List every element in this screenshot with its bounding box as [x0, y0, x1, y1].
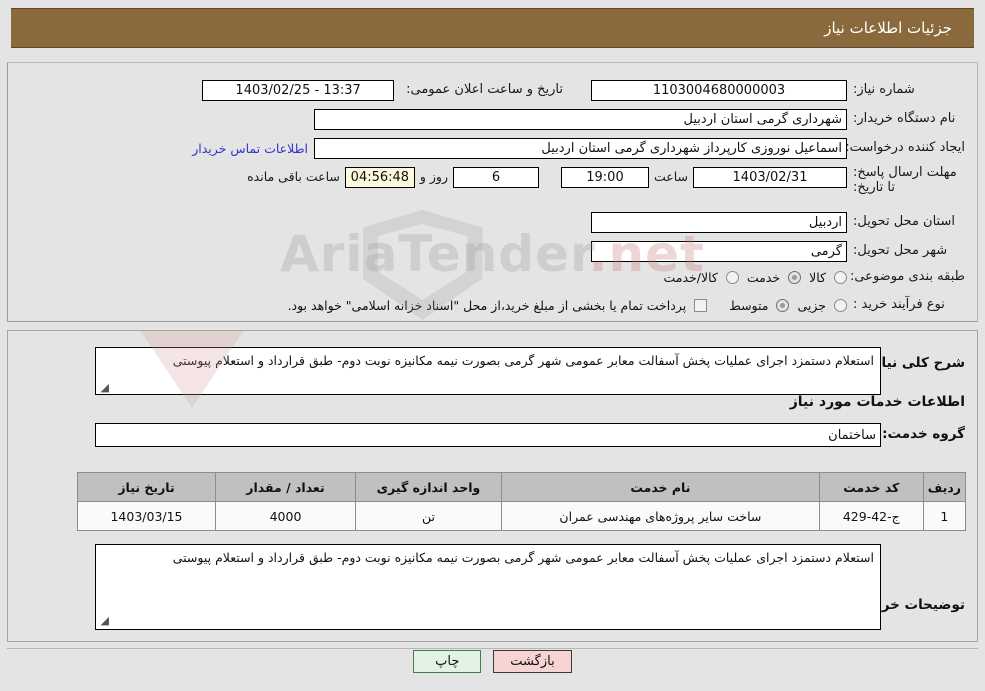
days-remaining-field[interactable]: 6: [452, 167, 539, 188]
summary-label: شرح کلی نیاز:: [868, 355, 965, 371]
back-button[interactable]: بازگشت: [493, 650, 572, 673]
process-option-motavasset[interactable]: متوسط: [721, 297, 790, 313]
creator-field[interactable]: اسماعیل نوروزی کارپرداز شهرداری گرمی است…: [314, 137, 847, 159]
need-number-field[interactable]: 1103004680000003: [591, 79, 847, 101]
radio-selected-icon[interactable]: [788, 270, 802, 284]
cell-unit: تن: [355, 501, 502, 531]
deadline-time-field[interactable]: 19:00: [560, 167, 649, 188]
header-bar: جزئیات اطلاعات نیاز: [11, 8, 974, 48]
need-details-panel: شرح کلی نیاز: استعلام دستمزد اجرای عملیا…: [7, 330, 978, 642]
buyer-contact-link[interactable]: اطلاعات تماس خریدار: [186, 141, 314, 156]
th-unit: واحد اندازه گیری: [355, 472, 502, 502]
city-field[interactable]: گرمی: [591, 240, 847, 262]
buyer-org-row: نام دستگاه خریدار: شهرداری گرمی استان ار…: [314, 108, 965, 130]
cell-index: 1: [922, 501, 967, 531]
th-quantity: تعداد / مقدار: [215, 472, 356, 502]
page-title: جزئیات اطلاعات نیاز: [824, 19, 952, 37]
radio-icon[interactable]: [725, 270, 739, 284]
th-name: نام خدمت: [501, 472, 820, 502]
deadline-label: مهلت ارسال پاسخ: تا تاریخ:: [853, 165, 957, 195]
cell-code: ج-42-429: [818, 501, 924, 531]
category-option-kala-khedmat[interactable]: کالا/خدمت: [655, 269, 739, 285]
province-row: استان محل تحویل: اردبیل: [591, 211, 965, 233]
process-option-label: جزیی: [797, 297, 826, 313]
cell-quantity: 4000: [215, 501, 356, 531]
province-label: استان محل تحویل:: [853, 214, 955, 230]
cell-date: 1403/03/15: [77, 501, 216, 531]
countdown-field: 04:56:48: [344, 167, 415, 188]
creator-label: ایجاد کننده درخواست:: [845, 140, 965, 156]
city-row: شهر محل تحویل: گرمی: [591, 240, 965, 262]
announce-datetime-field[interactable]: 13:37 - 1403/02/25: [202, 79, 395, 101]
table-row[interactable]: 1 ج-42-429 ساخت سایر پروژه‌های مهندسی عم…: [77, 501, 967, 531]
service-group-label: گروه خدمت:: [882, 426, 965, 442]
city-label: شهر محل تحویل:: [853, 243, 948, 259]
deadline-row: مهلت ارسال پاسخ: تا تاریخ: 1403/02/31 سا…: [242, 165, 965, 200]
radio-icon[interactable]: [834, 298, 847, 312]
page-root: جزئیات اطلاعات نیاز شماره نیاز: 11030046…: [0, 0, 985, 691]
need-number-label: شماره نیاز:: [853, 82, 915, 98]
th-code: کد خدمت: [818, 472, 924, 502]
creator-row: ایجاد کننده درخواست: اسماعیل نوروزی کارپ…: [186, 137, 965, 159]
days-word-label: روز و: [419, 169, 448, 184]
services-table-body: 1 ج-42-429 ساخت سایر پروژه‌های مهندسی عم…: [77, 501, 967, 531]
radio-icon[interactable]: [834, 270, 847, 284]
buyer-org-field[interactable]: شهرداری گرمی استان اردبیل: [314, 108, 847, 130]
province-field[interactable]: اردبیل: [591, 211, 847, 233]
process-option-label: متوسط: [729, 297, 769, 313]
summary-resize-handle[interactable]: ◢: [101, 381, 109, 394]
buyer-notes-resize-handle[interactable]: ◢: [101, 614, 109, 627]
th-index: ردیف: [922, 472, 967, 502]
treasury-note-label: پرداخت تمام یا بخشی از مبلغ خرید،از محل …: [287, 297, 687, 313]
category-option-label: کالا/خدمت: [663, 269, 718, 285]
category-option-khedmat[interactable]: خدمت: [739, 269, 802, 285]
category-option-label: خدمت: [746, 269, 781, 285]
deadline-date-field[interactable]: 1403/02/31: [693, 167, 847, 188]
category-option-label: کالا: [809, 269, 826, 285]
purchase-process-label: نوع فرآیند خرید :: [853, 297, 945, 313]
buyer-notes-textarea[interactable]: استعلام دستمزد اجرای عملیات پخش آسفالت م…: [95, 544, 881, 630]
th-date: تاریخ نیاز: [77, 472, 216, 502]
announce-label: تاریخ و ساعت اعلان عمومی:: [406, 82, 563, 98]
footer-button-bar: بازگشت چاپ: [0, 650, 985, 673]
announce-row: تاریخ و ساعت اعلان عمومی: 13:37 - 1403/0…: [202, 79, 563, 101]
services-table-head: ردیف کد خدمت نام خدمت واحد اندازه گیری ت…: [77, 472, 967, 502]
process-option-jozii[interactable]: جزیی: [789, 298, 847, 313]
need-number-row: شماره نیاز: 1103004680000003: [591, 79, 965, 101]
category-row: طبقه بندی موضوعی: کالا خدمت کالا/خدمت: [655, 266, 965, 288]
services-heading: اطلاعات خدمات مورد نیاز: [789, 394, 965, 410]
purchase-process-row: نوع فرآیند خرید : جزیی متوسط پرداخت تمام…: [288, 294, 965, 316]
category-option-kala[interactable]: کالا: [801, 270, 847, 285]
treasury-checkbox[interactable]: [694, 298, 708, 312]
buyer-org-label: نام دستگاه خریدار:: [853, 111, 956, 127]
table-header-row: ردیف کد خدمت نام خدمت واحد اندازه گیری ت…: [77, 472, 967, 502]
services-table: ردیف کد خدمت نام خدمت واحد اندازه گیری ت…: [77, 472, 967, 531]
footer-divider: [7, 648, 978, 649]
radio-selected-icon[interactable]: [776, 298, 790, 312]
service-group-field[interactable]: ساختمان: [95, 423, 881, 447]
category-label: طبقه بندی موضوعی:: [849, 269, 965, 285]
remaining-hours-label: ساعت باقی مانده: [247, 169, 340, 184]
summary-textarea[interactable]: استعلام دستمزد اجرای عملیات پخش آسفالت م…: [95, 347, 881, 395]
need-info-panel: شماره نیاز: 1103004680000003 تاریخ و ساع…: [7, 62, 978, 322]
cell-name: ساخت سایر پروژه‌های مهندسی عمران: [501, 501, 820, 531]
hour-label: ساعت: [653, 169, 688, 184]
print-button[interactable]: چاپ: [413, 650, 482, 673]
